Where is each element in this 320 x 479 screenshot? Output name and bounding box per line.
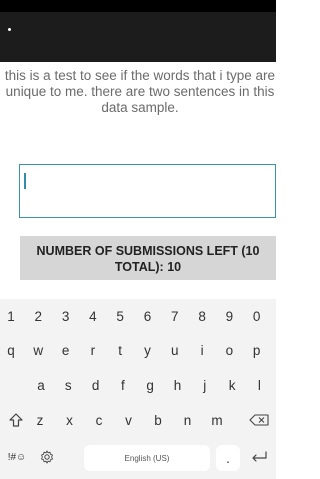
key-i[interactable]: i bbox=[191, 336, 213, 364]
key-4[interactable]: 4 bbox=[82, 303, 104, 329]
key-g[interactable]: g bbox=[139, 371, 161, 399]
key-v[interactable]: v bbox=[118, 406, 140, 434]
key-y[interactable]: y bbox=[137, 336, 159, 364]
key-c[interactable]: c bbox=[88, 406, 110, 434]
key-m[interactable]: m bbox=[206, 406, 228, 434]
submit-button[interactable]: NUMBER OF SUBMISSIONS LEFT (10 TOTAL): 1… bbox=[20, 236, 276, 280]
key-k[interactable]: k bbox=[221, 371, 243, 399]
key-x[interactable]: x bbox=[59, 406, 81, 434]
key-u[interactable]: u bbox=[164, 336, 186, 364]
key-1[interactable]: 1 bbox=[0, 303, 22, 329]
key-j[interactable]: j bbox=[194, 371, 216, 399]
enter-icon bbox=[250, 451, 268, 463]
key-w[interactable]: w bbox=[27, 336, 49, 364]
key-e[interactable]: e bbox=[55, 336, 77, 364]
key-3[interactable]: 3 bbox=[55, 303, 77, 329]
keyboard: 1234567890 qwertyuiop asdfghjkl zxcvbnm … bbox=[0, 299, 276, 479]
key-r[interactable]: r bbox=[82, 336, 104, 364]
key-6[interactable]: 6 bbox=[137, 303, 159, 329]
text-input[interactable] bbox=[19, 164, 276, 218]
prompt-text: this is a test to see if the words that … bbox=[4, 68, 276, 115]
status-bar bbox=[0, 0, 276, 12]
app-bar-indicator bbox=[8, 28, 11, 31]
key-z[interactable]: z bbox=[29, 406, 51, 434]
space-key[interactable]: English (US) bbox=[84, 445, 210, 471]
key-q[interactable]: q bbox=[0, 336, 22, 364]
key-t[interactable]: t bbox=[109, 336, 131, 364]
backspace-icon bbox=[249, 414, 269, 426]
key-0[interactable]: 0 bbox=[246, 303, 268, 329]
enter-key[interactable] bbox=[244, 443, 274, 471]
shift-key[interactable] bbox=[4, 406, 28, 434]
key-5[interactable]: 5 bbox=[109, 303, 131, 329]
period-key[interactable]: . bbox=[216, 445, 240, 471]
key-n[interactable]: n bbox=[177, 406, 199, 434]
key-s[interactable]: s bbox=[57, 371, 79, 399]
backspace-key[interactable] bbox=[244, 406, 274, 434]
key-h[interactable]: h bbox=[167, 371, 189, 399]
key-d[interactable]: d bbox=[85, 371, 107, 399]
key-p[interactable]: p bbox=[246, 336, 268, 364]
key-9[interactable]: 9 bbox=[218, 303, 240, 329]
key-2[interactable]: 2 bbox=[27, 303, 49, 329]
key-b[interactable]: b bbox=[147, 406, 169, 434]
shift-icon bbox=[9, 413, 23, 427]
key-7[interactable]: 7 bbox=[164, 303, 186, 329]
symbols-key[interactable]: !#☺ bbox=[4, 443, 30, 471]
app-bar bbox=[0, 12, 276, 62]
settings-key[interactable] bbox=[34, 443, 60, 471]
key-f[interactable]: f bbox=[112, 371, 134, 399]
gear-icon bbox=[40, 450, 54, 464]
key-o[interactable]: o bbox=[218, 336, 240, 364]
key-a[interactable]: a bbox=[30, 371, 52, 399]
text-cursor bbox=[24, 173, 26, 189]
key-l[interactable]: l bbox=[248, 371, 270, 399]
key-8[interactable]: 8 bbox=[191, 303, 213, 329]
